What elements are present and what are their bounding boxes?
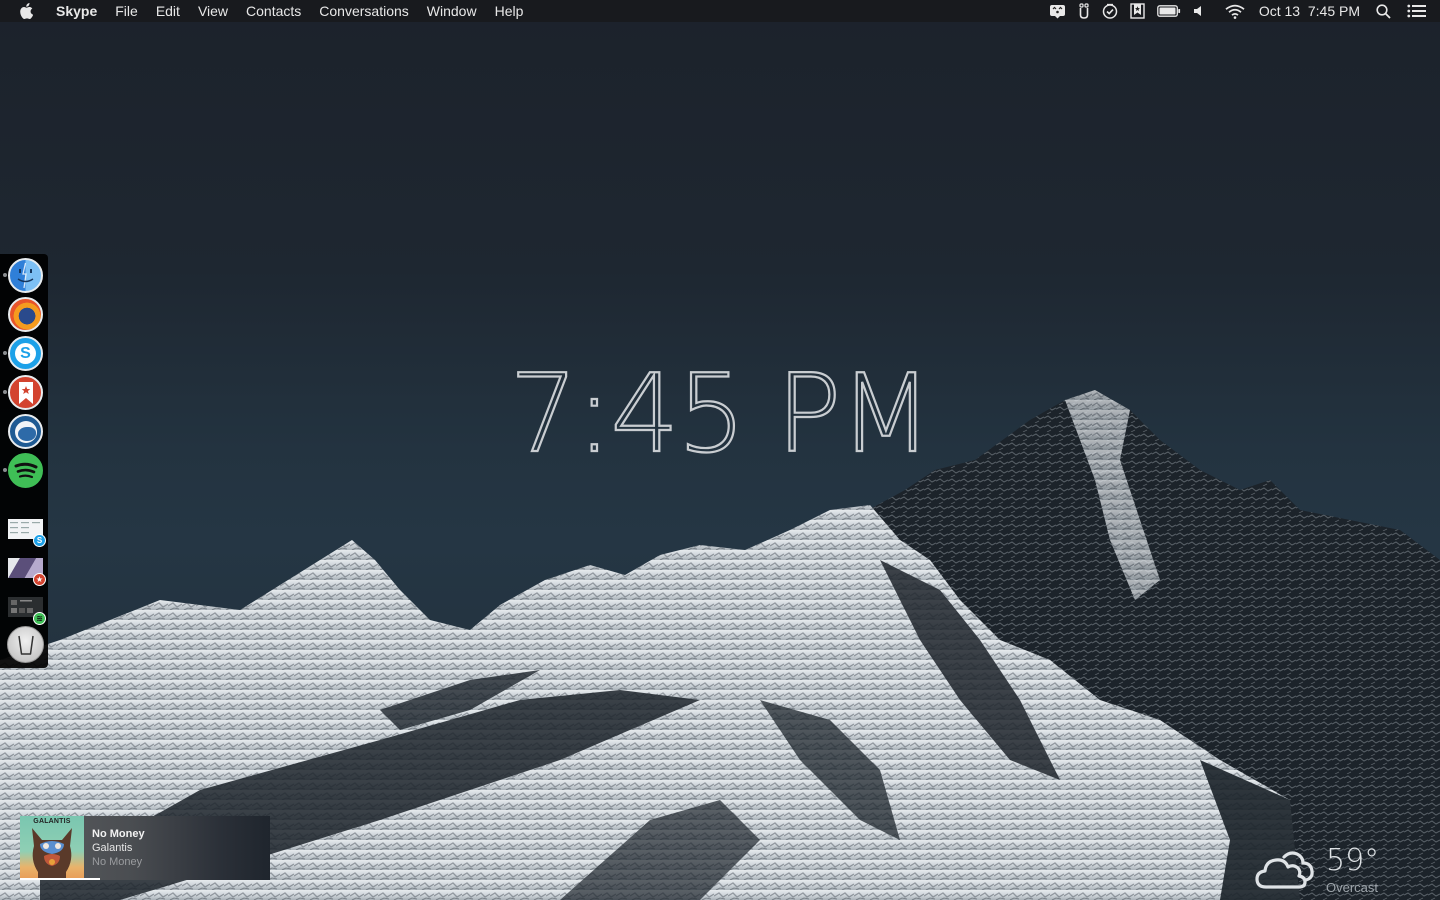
menubar-date: Oct 13 [1258,3,1301,19]
firefox-icon [8,297,43,332]
wifi-icon[interactable] [1225,0,1245,22]
dock-item-thunderbird[interactable] [8,414,43,449]
spotify-icon [8,453,43,488]
menu-view[interactable]: View [189,0,237,22]
bookmark-star-icon[interactable] [1130,0,1145,22]
skype-icon: S [8,336,43,371]
notification-face-icon[interactable] [1049,0,1066,22]
dock: S S ★ ≋ [0,254,48,668]
dock-window-wunderlist[interactable]: ★ [8,558,46,586]
dock-item-spotify[interactable] [3,453,43,488]
cloud-icon [1255,851,1314,889]
notification-center-icon[interactable] [1407,0,1426,22]
menu-file[interactable]: File [106,0,147,22]
weather-widget: 59° Overcast [1254,843,1440,900]
desktop-clock-widget: 7:45 PM [508,352,933,477]
menu-help[interactable]: Help [486,0,533,22]
spotlight-search-icon[interactable] [1376,0,1391,22]
menu-bar: Skype File Edit View Contacts Conversati… [0,0,1440,22]
menu-conversations[interactable]: Conversations [310,0,418,22]
running-indicator [3,468,7,472]
weather-condition: Overcast [1326,880,1379,895]
wunderlist-icon: ★ [33,573,46,586]
task-check-icon[interactable] [1102,0,1118,22]
track-album: No Money [92,856,143,868]
dock-item-firefox[interactable] [8,297,43,332]
dock-item-finder[interactable] [3,258,43,293]
thunderbird-icon [8,414,43,449]
menu-window[interactable]: Window [418,0,486,22]
volume-icon[interactable] [1193,0,1203,22]
dock-item-wunderlist[interactable] [3,375,43,410]
weather-temperature: 59° [1326,843,1380,878]
dock-item-skype[interactable]: S [3,336,43,371]
now-playing-widget[interactable]: GALANTIS No Money Galantis No Money [20,816,270,880]
finder-icon [8,258,43,293]
menu-contacts[interactable]: Contacts [237,0,310,22]
dock-window-skype[interactable]: S [8,519,46,547]
running-indicator [3,273,7,277]
running-indicator [3,351,7,355]
dock-item-trash[interactable] [7,626,44,663]
track-artist: Galantis [92,842,133,854]
track-title: No Money [92,828,145,840]
trash-icon [17,635,34,655]
playback-progress-bar[interactable] [20,878,270,880]
menubar-time: 7:45 PM [1307,3,1360,19]
dock-window-spotify[interactable]: ≋ [8,597,46,625]
album-art: GALANTIS [20,816,84,880]
apple-icon [20,3,33,19]
running-indicator [3,390,7,394]
spotify-icon: ≋ [33,612,46,625]
skype-icon: S [33,534,46,547]
menu-edit[interactable]: Edit [147,0,189,22]
usb-device-icon[interactable] [1078,0,1090,22]
menu-app-skype[interactable]: Skype [47,0,106,22]
battery-icon[interactable] [1156,0,1181,22]
playback-progress-fill [20,878,100,880]
apple-menu[interactable] [0,0,47,22]
menubar-clock[interactable]: Oct 13 7:45 PM [1251,3,1368,19]
wunderlist-icon [8,375,43,410]
